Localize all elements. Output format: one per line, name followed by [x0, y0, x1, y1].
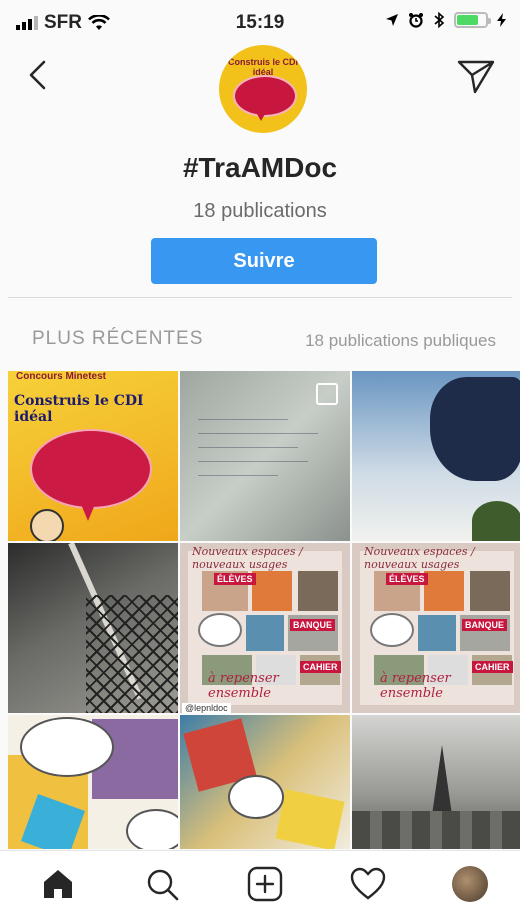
- collage-footer: à repenser ensemble: [208, 671, 279, 701]
- collage-label: BANQUE: [290, 619, 336, 631]
- profile-avatar[interactable]: [452, 866, 488, 902]
- publication-count: 18 publications: [193, 200, 327, 222]
- status-bar: SFR 15:19: [0, 0, 520, 46]
- bottom-tab-bar: [0, 850, 520, 916]
- hashtag-title: #TraAMDoc: [182, 152, 338, 183]
- bluetooth-icon: [434, 11, 445, 29]
- collage-heading: Nouveaux espaces / nouveaux usages: [192, 545, 303, 571]
- public-publications-label: 18 publications publiques: [305, 331, 496, 350]
- collage-heading: Nouveaux espaces / nouveaux usages: [364, 545, 475, 571]
- post-thumbnail[interactable]: [352, 371, 520, 541]
- collage-footer: à repenser ensemble: [380, 671, 451, 701]
- post-thumbnail[interactable]: [180, 371, 350, 541]
- search-icon[interactable]: [142, 864, 182, 904]
- location-arrow-icon: [386, 14, 398, 26]
- post-thumbnail[interactable]: Nouveaux espaces / nouveaux usages ÉLÈVE…: [352, 543, 520, 713]
- heart-icon[interactable]: [348, 864, 388, 904]
- collage-label: ÉLÈVES: [214, 573, 256, 585]
- battery-icon: [454, 12, 491, 28]
- post-thumbnail[interactable]: [8, 543, 178, 713]
- tab-most-recent[interactable]: PLUS RÉCENTES: [32, 328, 203, 350]
- collage-label: ÉLÈVES: [386, 573, 428, 585]
- hashtag-avatar: Construis le CDI idéal: [219, 45, 307, 133]
- status-right: [385, 11, 506, 29]
- post-header-text: Concours Minetest: [16, 371, 107, 382]
- multiple-posts-icon: [316, 383, 338, 405]
- post-thumbnail[interactable]: Nouveaux espaces / nouveaux usages ÉLÈVE…: [180, 543, 350, 713]
- alarm-icon: [409, 13, 423, 28]
- add-post-icon[interactable]: [245, 864, 285, 904]
- chevron-left-icon[interactable]: [22, 58, 56, 92]
- paper-plane-icon[interactable]: [456, 56, 496, 96]
- post-thumbnail[interactable]: Concours Minetest Construis le CDI idéal: [8, 371, 178, 541]
- collage-badge: @lepnldoc: [182, 703, 231, 713]
- collage-label: BANQUE: [462, 619, 508, 631]
- home-icon[interactable]: [38, 864, 78, 904]
- post-title-text: Construis le CDI idéal: [14, 393, 144, 425]
- avatar-text: Construis le CDI idéal: [227, 57, 298, 77]
- post-grid: Concours Minetest Construis le CDI idéal…: [8, 371, 520, 849]
- follow-button[interactable]: Suivre: [151, 238, 377, 284]
- post-thumbnail[interactable]: [180, 715, 350, 849]
- divider: [8, 297, 512, 298]
- post-thumbnail[interactable]: [8, 715, 178, 849]
- post-thumbnail[interactable]: [352, 715, 520, 849]
- charging-bolt-icon: [497, 13, 506, 27]
